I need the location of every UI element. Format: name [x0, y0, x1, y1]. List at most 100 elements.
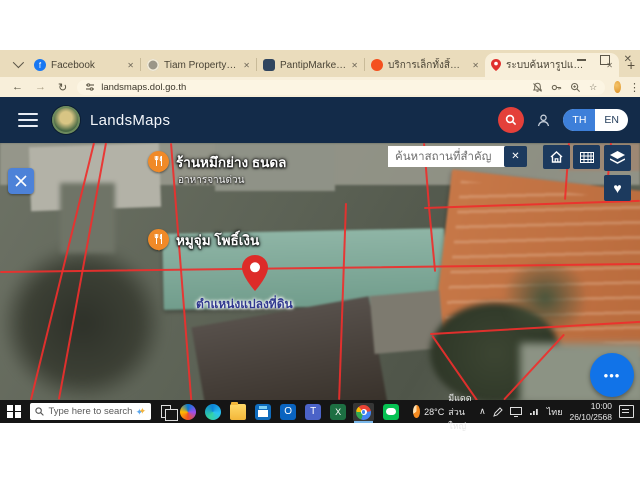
- back-button[interactable]: ←: [12, 81, 23, 93]
- tray-expand-icon[interactable]: ∧: [479, 406, 486, 417]
- browser-menu-icon[interactable]: ⋮: [629, 81, 640, 94]
- globe-icon: [147, 59, 159, 71]
- search-icon: [505, 114, 517, 126]
- outlook-icon[interactable]: O: [280, 404, 296, 420]
- edge-icon[interactable]: [205, 404, 221, 420]
- layers-button[interactable]: [604, 145, 631, 171]
- layers-icon: [610, 151, 625, 165]
- home-extent-button[interactable]: [543, 145, 570, 169]
- landsmaps-header: LandsMaps TH EN: [0, 97, 640, 143]
- forward-button[interactable]: →: [35, 81, 46, 93]
- map-search-clear-button[interactable]: ✕: [504, 146, 527, 167]
- tray-language[interactable]: ไทย: [547, 405, 563, 419]
- network-icon[interactable]: [529, 407, 540, 416]
- grid-icon: [580, 152, 594, 163]
- language-toggle: TH EN: [563, 109, 628, 131]
- poi-restaurant-1[interactable]: ร้านหมึกย่าง ธนดล อาหารจานด่วน: [148, 151, 286, 188]
- taskbar-search[interactable]: Type here to search ✦: [30, 403, 152, 420]
- lang-th-button[interactable]: TH: [563, 109, 595, 131]
- home-icon: [550, 151, 563, 163]
- user-icon[interactable]: [536, 113, 551, 128]
- poi-title: ร้านหมึกย่าง ธนดล: [176, 151, 286, 173]
- pantipmarket-icon: [263, 59, 275, 71]
- fork-knife-icon: [154, 156, 164, 167]
- start-button[interactable]: [7, 405, 21, 419]
- map-more-fab[interactable]: •••: [590, 353, 634, 397]
- satellite-map[interactable]: ร้านหมึกย่าง ธนดล อาหารจานด่วน หมูจุ่ม โ…: [0, 143, 640, 400]
- tab-facebook[interactable]: f Facebook ✕: [28, 53, 140, 77]
- chrome-icon: [356, 405, 371, 420]
- system-tray: ∧ ไทย 10:00 26/10/2568: [479, 401, 634, 422]
- copilot-icon[interactable]: [180, 404, 196, 420]
- tab-label: PantipMarket.com : My: [280, 60, 346, 71]
- grid-view-button[interactable]: [573, 145, 600, 169]
- heart-icon: ♥: [613, 180, 621, 196]
- zoom-icon[interactable]: [570, 82, 581, 93]
- omnibox-icons: ☆: [532, 82, 597, 93]
- window-controls: ✕: [577, 55, 632, 65]
- address-bar[interactable]: landsmaps.dol.go.th ☆: [77, 80, 605, 95]
- restaurant-marker-icon: [148, 151, 169, 172]
- tab-hornet[interactable]: บริการเล็กทั้งสิ้น | Hornet, the C ✕: [365, 53, 485, 77]
- teams-icon[interactable]: T: [305, 404, 321, 420]
- reload-button[interactable]: ↻: [58, 81, 67, 94]
- restaurant-marker-icon: [148, 229, 169, 250]
- copilot-sparkle-icon: ✦: [139, 406, 147, 417]
- header-search-button[interactable]: [498, 107, 524, 133]
- menu-hamburger-icon[interactable]: [18, 113, 38, 127]
- windows-taskbar: Type here to search ✦ O T X 28°C มีแดดส่…: [0, 400, 640, 423]
- excel-icon[interactable]: X: [330, 404, 346, 420]
- favorites-button[interactable]: ♥: [604, 175, 631, 201]
- search-icon: [35, 407, 44, 416]
- maximize-icon[interactable]: [600, 55, 610, 65]
- weather-condition: มีแดดส่วนใหญ่: [448, 391, 479, 433]
- fork-knife-icon: [154, 234, 164, 245]
- tab-close-icon[interactable]: ✕: [351, 61, 358, 70]
- tab-close-icon[interactable]: ✕: [127, 61, 134, 70]
- site-settings-icon[interactable]: [85, 82, 95, 92]
- taskbar-search-placeholder: Type here to search: [49, 406, 133, 417]
- tab-label: Facebook: [51, 60, 95, 71]
- tab-close-icon[interactable]: ✕: [472, 61, 479, 70]
- file-explorer-icon[interactable]: [230, 404, 246, 420]
- screen: f Facebook ✕ Tiam Property : Inspired by…: [0, 0, 640, 480]
- poi-restaurant-2[interactable]: หมูจุ่ม โพธิ์เงิน: [148, 229, 259, 251]
- tab-label: บริการเล็กทั้งสิ้น | Hornet, the C: [388, 58, 466, 73]
- taskbar-weather[interactable]: 28°C มีแดดส่วนใหญ่: [413, 391, 479, 433]
- display-icon[interactable]: [510, 407, 522, 417]
- tab-search-button[interactable]: [8, 55, 25, 72]
- page-title: LandsMaps: [90, 112, 170, 129]
- url-text: landsmaps.dol.go.th: [101, 82, 186, 93]
- password-key-icon[interactable]: [551, 82, 562, 93]
- clock-date: 26/10/2568: [569, 412, 612, 423]
- notifications-blocked-icon[interactable]: [532, 82, 543, 93]
- facebook-icon: f: [34, 59, 46, 71]
- line-icon[interactable]: [383, 404, 399, 420]
- map-tools-button[interactable]: [8, 168, 34, 194]
- microsoft-store-icon[interactable]: [255, 404, 271, 420]
- satellite-imagery: [0, 143, 640, 400]
- pen-icon[interactable]: [493, 407, 503, 417]
- lang-en-button[interactable]: EN: [595, 109, 628, 131]
- browser-toolbar: ← → ↻ landsmaps.dol.go.th ☆ ⋮: [0, 77, 640, 97]
- tab-label: ระบบค้นหารูปแปลงที่ดิน (Lands: [506, 58, 584, 73]
- close-window-icon[interactable]: ✕: [624, 55, 632, 65]
- chrome-taskbar-button[interactable]: [353, 403, 374, 421]
- pencil-ruler-icon: [14, 174, 28, 188]
- tab-tiam-property[interactable]: Tiam Property : Inspired by : ✕: [141, 53, 256, 77]
- tab-close-icon[interactable]: ✕: [243, 61, 250, 70]
- action-center-icon[interactable]: [619, 405, 634, 418]
- weather-temp: 28°C: [424, 407, 444, 417]
- parcel-pin-icon[interactable]: [241, 255, 269, 291]
- browser-tab-strip: f Facebook ✕ Tiam Property : Inspired by…: [0, 50, 640, 77]
- tab-pantipmarket[interactable]: PantipMarket.com : My ✕: [257, 53, 364, 77]
- profile-avatar[interactable]: [614, 81, 621, 93]
- poi-subtitle: อาหารจานด่วน: [178, 173, 286, 188]
- bookmark-star-icon[interactable]: ☆: [589, 82, 597, 93]
- minimize-icon[interactable]: [577, 59, 586, 61]
- header-actions: TH EN: [498, 107, 628, 133]
- map-search-input[interactable]: [388, 146, 514, 167]
- task-view-button[interactable]: [161, 405, 171, 418]
- tray-clock[interactable]: 10:00 26/10/2568: [569, 401, 612, 422]
- tab-label: Tiam Property : Inspired by :: [164, 60, 238, 71]
